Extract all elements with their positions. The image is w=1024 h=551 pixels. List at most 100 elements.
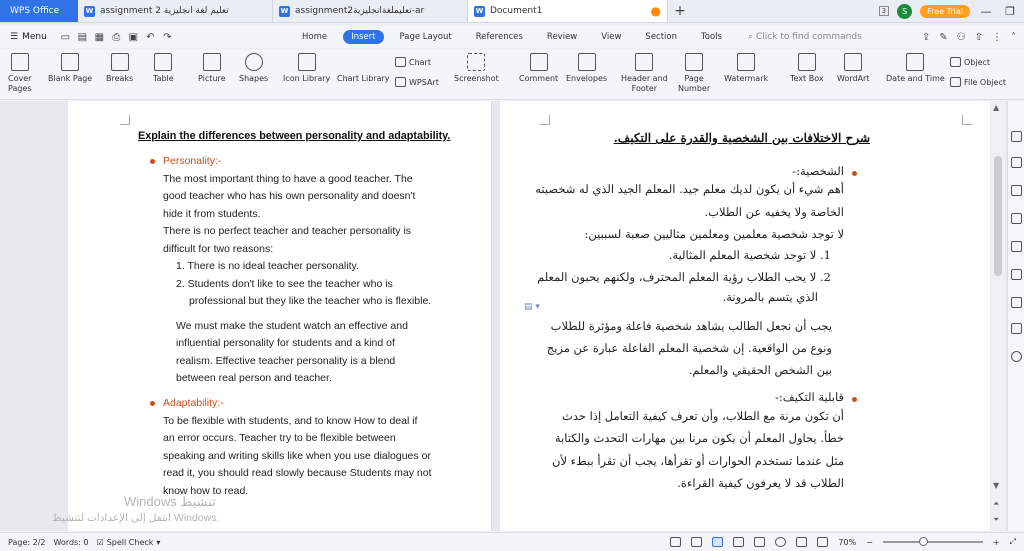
page-view-icon[interactable] xyxy=(712,537,724,547)
export-icon[interactable]: ⇧ xyxy=(975,32,983,43)
ribbon-label: Text Box xyxy=(790,74,824,83)
tab-section[interactable]: Section xyxy=(637,30,685,44)
redo-icon[interactable]: ↷ xyxy=(161,32,174,43)
print-icon[interactable]: ⎙ xyxy=(110,32,123,43)
word-count[interactable]: Words: 0 xyxy=(53,538,88,547)
print-preview-icon[interactable]: ▣ xyxy=(127,32,140,43)
table-button[interactable]: Table xyxy=(153,53,174,84)
window-count-badge[interactable]: 3 xyxy=(878,6,890,16)
fit-page-icon[interactable] xyxy=(817,537,829,547)
edit-icon[interactable]: ✎ xyxy=(939,32,947,43)
envelope-icon xyxy=(577,53,596,71)
scroll-up-icon[interactable]: ▲ xyxy=(993,103,999,112)
expand-icon[interactable]: ⤢ xyxy=(1010,537,1016,547)
share-panel-icon[interactable] xyxy=(1011,241,1022,252)
web-view-icon[interactable] xyxy=(775,537,787,547)
icon-library-button[interactable]: Icon Library xyxy=(283,53,330,84)
outline-view-icon[interactable] xyxy=(733,537,745,547)
open-icon[interactable]: ▤ xyxy=(76,32,89,43)
prev-page-icon[interactable]: ⏶ xyxy=(993,499,999,509)
page-arabic[interactable]: شرح الاختلافات بين الشخصية والقدرة على ا… xyxy=(500,101,990,531)
menu-button[interactable]: ☰ Menu xyxy=(10,32,47,42)
zoom-slider-knob[interactable] xyxy=(919,537,929,546)
focus-mode-icon[interactable] xyxy=(670,537,682,547)
settings-icon[interactable] xyxy=(1011,297,1022,308)
reading-view-icon[interactable] xyxy=(754,537,766,547)
zoom-slider[interactable] xyxy=(882,537,983,546)
wpsart-button[interactable]: WPSArt xyxy=(395,77,439,87)
tab-review[interactable]: Review xyxy=(539,30,585,44)
header-footer-button[interactable]: Header and Footer xyxy=(621,53,668,94)
watermark-button[interactable]: Watermark xyxy=(724,53,768,84)
restore-icon[interactable]: ❐ xyxy=(1002,5,1018,18)
list-item-ar: 2. لا يحب الطلاب رؤية المعلم المحترف، ول… xyxy=(537,270,831,284)
undo-icon[interactable]: ↶ xyxy=(144,32,157,43)
paragraph-line-ar: يجب أن نجعل الطالب يشاهد شخصية فاعلة ومؤ… xyxy=(550,319,832,333)
free-trial-button[interactable]: Free Trial xyxy=(920,4,970,18)
tab-page-layout[interactable]: Page Layout xyxy=(392,30,460,44)
collab-icon[interactable]: ⚇ xyxy=(957,32,966,43)
chart-library-button[interactable]: Chart Library xyxy=(337,74,390,84)
paragraph-line: hide it from students. xyxy=(163,208,261,220)
tab-home[interactable]: Home xyxy=(294,30,335,44)
doc-tab-1[interactable]: W assignment 2 تعليم لغة انجليزية xyxy=(78,0,273,22)
tab-references[interactable]: References xyxy=(468,30,531,44)
doc-tab-2[interactable]: W assignment2تعليملغةانجليزية-ar xyxy=(273,0,468,22)
scroll-thumb[interactable] xyxy=(994,156,1002,276)
spell-check-button[interactable]: ☑ Spell Check ▾ xyxy=(97,538,161,547)
screenshot-button[interactable]: Screenshot xyxy=(454,53,499,84)
object-button[interactable]: Object xyxy=(950,57,990,67)
new-tab-plus-icon[interactable]: + xyxy=(668,0,692,22)
tools-icon[interactable] xyxy=(1011,323,1022,334)
page-number-button[interactable]: Page Number xyxy=(678,53,710,94)
text-box-button[interactable]: Text Box xyxy=(790,53,824,84)
more-icon[interactable]: ⋮ xyxy=(992,32,1002,43)
file-object-button[interactable]: File Object xyxy=(950,77,1006,87)
wordart-button[interactable]: WordArt xyxy=(837,53,869,84)
breaks-button[interactable]: Breaks xyxy=(106,53,133,84)
comment-button[interactable]: Comment xyxy=(519,53,558,84)
activate-windows-title: Windows تنشيط xyxy=(124,494,216,509)
wps-office-tab[interactable]: WPS Office xyxy=(0,0,78,22)
cover-pages-button[interactable]: Cover Pages xyxy=(8,53,32,94)
tab-insert[interactable]: Insert xyxy=(343,30,384,44)
paragraph-marker-icon[interactable]: ▤ ▾ xyxy=(524,302,540,312)
zoom-out-icon[interactable]: − xyxy=(866,538,873,547)
code-icon[interactable] xyxy=(1011,269,1022,280)
blank-page-button[interactable]: Blank Page xyxy=(48,53,92,84)
backup-icon[interactable] xyxy=(1011,213,1022,224)
next-page-icon[interactable]: ⏷ xyxy=(993,515,999,525)
select-icon[interactable] xyxy=(1011,157,1022,168)
find-commands-box[interactable]: ⌕ Click to find commands xyxy=(748,32,918,42)
paragraph-line-ar: الخاصة ولا يخفيه عن الطلاب. xyxy=(704,205,844,219)
vertical-scrollbar[interactable]: ▲ ▼ ⏶ ⏷ xyxy=(991,101,1005,531)
page-english[interactable]: Explain the differences between personal… xyxy=(68,101,492,531)
doc-tab-3[interactable]: W Document1 ● xyxy=(468,0,668,22)
protect-icon[interactable] xyxy=(691,537,703,547)
user-avatar[interactable]: S xyxy=(897,3,913,19)
envelopes-button[interactable]: Envelopes xyxy=(566,53,607,84)
minimize-icon[interactable]: — xyxy=(978,5,994,18)
icon-library-icon xyxy=(297,53,316,71)
paragraph-line-ar: أهم شيء أن يكون لديك معلم جيد. المعلم ال… xyxy=(535,182,844,196)
chart-button[interactable]: Chart xyxy=(395,57,431,67)
share-icon[interactable]: ⇪ xyxy=(922,32,930,43)
new-folder-icon[interactable]: ▭ xyxy=(59,32,72,43)
save-icon[interactable]: ▦ xyxy=(93,32,106,43)
scroll-down-icon[interactable]: ▼ xyxy=(993,481,999,490)
tab-view[interactable]: View xyxy=(593,30,629,44)
shapes-button[interactable]: Shapes xyxy=(239,53,268,84)
properties-icon[interactable] xyxy=(1011,185,1022,196)
zoom-in-icon[interactable]: + xyxy=(993,538,1000,547)
help-icon[interactable] xyxy=(1011,351,1022,362)
date-time-button[interactable]: Date and Time xyxy=(886,53,945,84)
ribbon-label: Picture xyxy=(198,74,226,83)
zoom-level[interactable]: 70% xyxy=(838,538,856,547)
collapse-ribbon-icon[interactable]: ˄ xyxy=(1011,32,1016,43)
eye-protection-icon[interactable] xyxy=(796,537,808,547)
picture-button[interactable]: Picture xyxy=(198,53,226,84)
style-panel-icon[interactable] xyxy=(1011,131,1022,142)
page-indicator[interactable]: Page: 2/2 xyxy=(8,538,45,547)
tab-tools[interactable]: Tools xyxy=(693,30,730,44)
arabic-heading: شرح الاختلافات بين الشخصية والقدرة على ا… xyxy=(613,131,870,145)
